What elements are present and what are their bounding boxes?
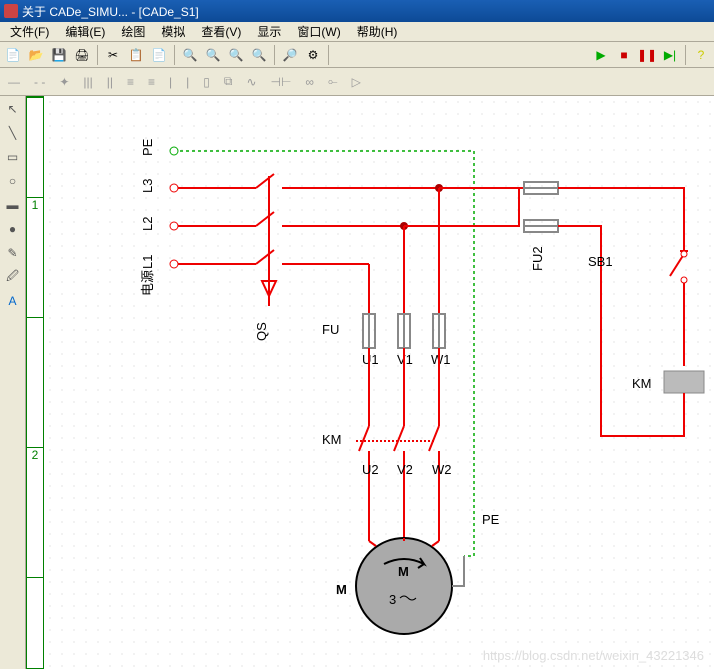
text-tool[interactable]: A [4, 292, 22, 310]
zoom-fit-button[interactable]: 🔍 [225, 44, 247, 66]
toolbar-main: 📄 📂 💾 🖨 ✂ 📋 📄 🔍 🔍 🔍 🔍 🔎 ⚙ ▶ ■ ❚❚ ▶| ? [0, 42, 714, 68]
label-m-side: M [336, 582, 347, 597]
label-u2: U2 [362, 462, 379, 477]
ruler-mark-2: 2 [32, 448, 39, 462]
watermark: https://blog.csdn.net/weixin_43221346 [483, 648, 704, 663]
label-sb1: SB1 [588, 254, 613, 269]
label-w2: W2 [432, 462, 452, 477]
print-button[interactable]: 🖨 [71, 44, 93, 66]
stop-button[interactable]: ■ [613, 44, 635, 66]
canvas[interactable]: PE L3 L2 L1 电源 QS [44, 96, 714, 669]
comp-box[interactable]: ▯ [203, 75, 210, 89]
comp-sw[interactable]: ⟜ [328, 74, 338, 89]
new-button[interactable]: 📄 [2, 44, 24, 66]
separator [274, 45, 275, 65]
fillcircle-tool[interactable]: ● [4, 220, 22, 238]
line-tool[interactable]: ╲ [4, 124, 22, 142]
comp-wire-h[interactable]: — [8, 75, 20, 89]
ruler-mark-1: 1 [32, 198, 39, 212]
label-fu: FU [322, 322, 339, 337]
comp-node[interactable]: ✦ [59, 75, 69, 89]
rect-tool[interactable]: ▭ [4, 148, 22, 166]
separator [174, 45, 175, 65]
menu-sim[interactable]: 模拟 [153, 21, 193, 42]
control-circuit: FU2 SB1 KM [524, 182, 704, 436]
component-motor: M 3 M PE [336, 512, 500, 634]
zoom-in-button[interactable]: 🔍 [179, 44, 201, 66]
comp-coil[interactable]: ∞ [305, 75, 314, 89]
pointer-tool[interactable]: ↖ [4, 100, 22, 118]
menu-display[interactable]: 显示 [249, 21, 289, 42]
zoom-window-button[interactable]: 🔍 [248, 44, 270, 66]
comp-res[interactable]: ⧉ [224, 74, 233, 89]
comp-v2[interactable]: | [186, 75, 189, 89]
comp-eq2[interactable]: ≡ [148, 75, 155, 89]
ruler-vertical: 1 2 [26, 96, 44, 669]
window-title: 关于 CADe_SIMU... - [CADe_S1] [22, 3, 199, 20]
titlebar: 关于 CADe_SIMU... - [CADe_S1] [0, 0, 714, 22]
label-l1: L1 [140, 255, 155, 269]
tool-a-button[interactable]: ⚙ [302, 44, 324, 66]
menu-draw[interactable]: 绘图 [113, 21, 153, 42]
comp-lines3[interactable]: ||| [83, 75, 92, 89]
menu-file[interactable]: 文件(F) [2, 21, 57, 42]
copy-button[interactable]: 📋 [125, 44, 147, 66]
cut-button[interactable]: ✂ [102, 44, 124, 66]
menu-edit[interactable]: 编辑(E) [57, 21, 113, 42]
toolbar-components: — - - ✦ ||| || ≡ ≡ | | ▯ ⧉ ∿ ⊣⊢ ∞ ⟜ ▷ [0, 68, 714, 96]
label-source: 电源 [140, 270, 155, 296]
comp-wire-dash[interactable]: - - [34, 75, 45, 89]
label-km-left: KM [322, 432, 342, 447]
label-pe-top: PE [140, 138, 155, 156]
find-button[interactable]: 🔎 [279, 44, 301, 66]
menu-window[interactable]: 窗口(W) [289, 21, 348, 42]
comp-eq[interactable]: ≡ [127, 75, 134, 89]
label-v2: V2 [397, 462, 413, 477]
label-fu2: FU2 [530, 246, 545, 271]
paste-button[interactable]: 📄 [148, 44, 170, 66]
component-qs: QS [254, 174, 276, 341]
workspace: ↖ ╲ ▭ ○ ▬ ● ✎ 🖉 A 1 2 PE L3 [0, 96, 714, 669]
label-three: 3 [389, 592, 396, 607]
label-m-in: M [398, 564, 409, 579]
menubar: 文件(F) 编辑(E) 绘图 模拟 查看(V) 显示 窗口(W) 帮助(H) [0, 22, 714, 42]
comp-lines2[interactable]: || [107, 75, 113, 89]
component-km-left: KM [322, 426, 439, 451]
brush-tool[interactable]: ✎ [4, 244, 22, 262]
circle-tool[interactable]: ○ [4, 172, 22, 190]
label-pe-bot: PE [482, 512, 500, 527]
label-u1: U1 [362, 352, 379, 367]
separator [97, 45, 98, 65]
label-l2: L2 [140, 217, 155, 231]
schematic: PE L3 L2 L1 电源 QS [44, 96, 714, 669]
tool-tray: ↖ ╲ ▭ ○ ▬ ● ✎ 🖉 A [0, 96, 26, 669]
pause-button[interactable]: ❚❚ [636, 44, 658, 66]
comp-cap[interactable]: ⊣⊢ [271, 75, 292, 89]
separator [328, 45, 329, 65]
open-button[interactable]: 📂 [25, 44, 47, 66]
save-button[interactable]: 💾 [48, 44, 70, 66]
label-qs: QS [254, 322, 269, 341]
component-fu: FU U1 V1 W1 [322, 314, 451, 367]
help-button[interactable]: ? [690, 44, 712, 66]
label-l3: L3 [140, 179, 155, 193]
zoom-out-button[interactable]: 🔍 [202, 44, 224, 66]
label-w1: W1 [431, 352, 451, 367]
fillrect-tool[interactable]: ▬ [4, 196, 22, 214]
comp-ind[interactable]: ∿ [246, 75, 256, 89]
comp-v1[interactable]: | [169, 75, 172, 89]
play-button[interactable]: ▶ [590, 44, 612, 66]
label-km-right: KM [632, 376, 652, 391]
comp-diode[interactable]: ▷ [352, 75, 361, 89]
step-button[interactable]: ▶| [659, 44, 681, 66]
pencil-tool[interactable]: 🖉 [4, 268, 22, 286]
menu-help[interactable]: 帮助(H) [349, 21, 406, 42]
menu-view[interactable]: 查看(V) [193, 21, 249, 42]
app-icon [4, 4, 18, 18]
separator [685, 45, 686, 65]
